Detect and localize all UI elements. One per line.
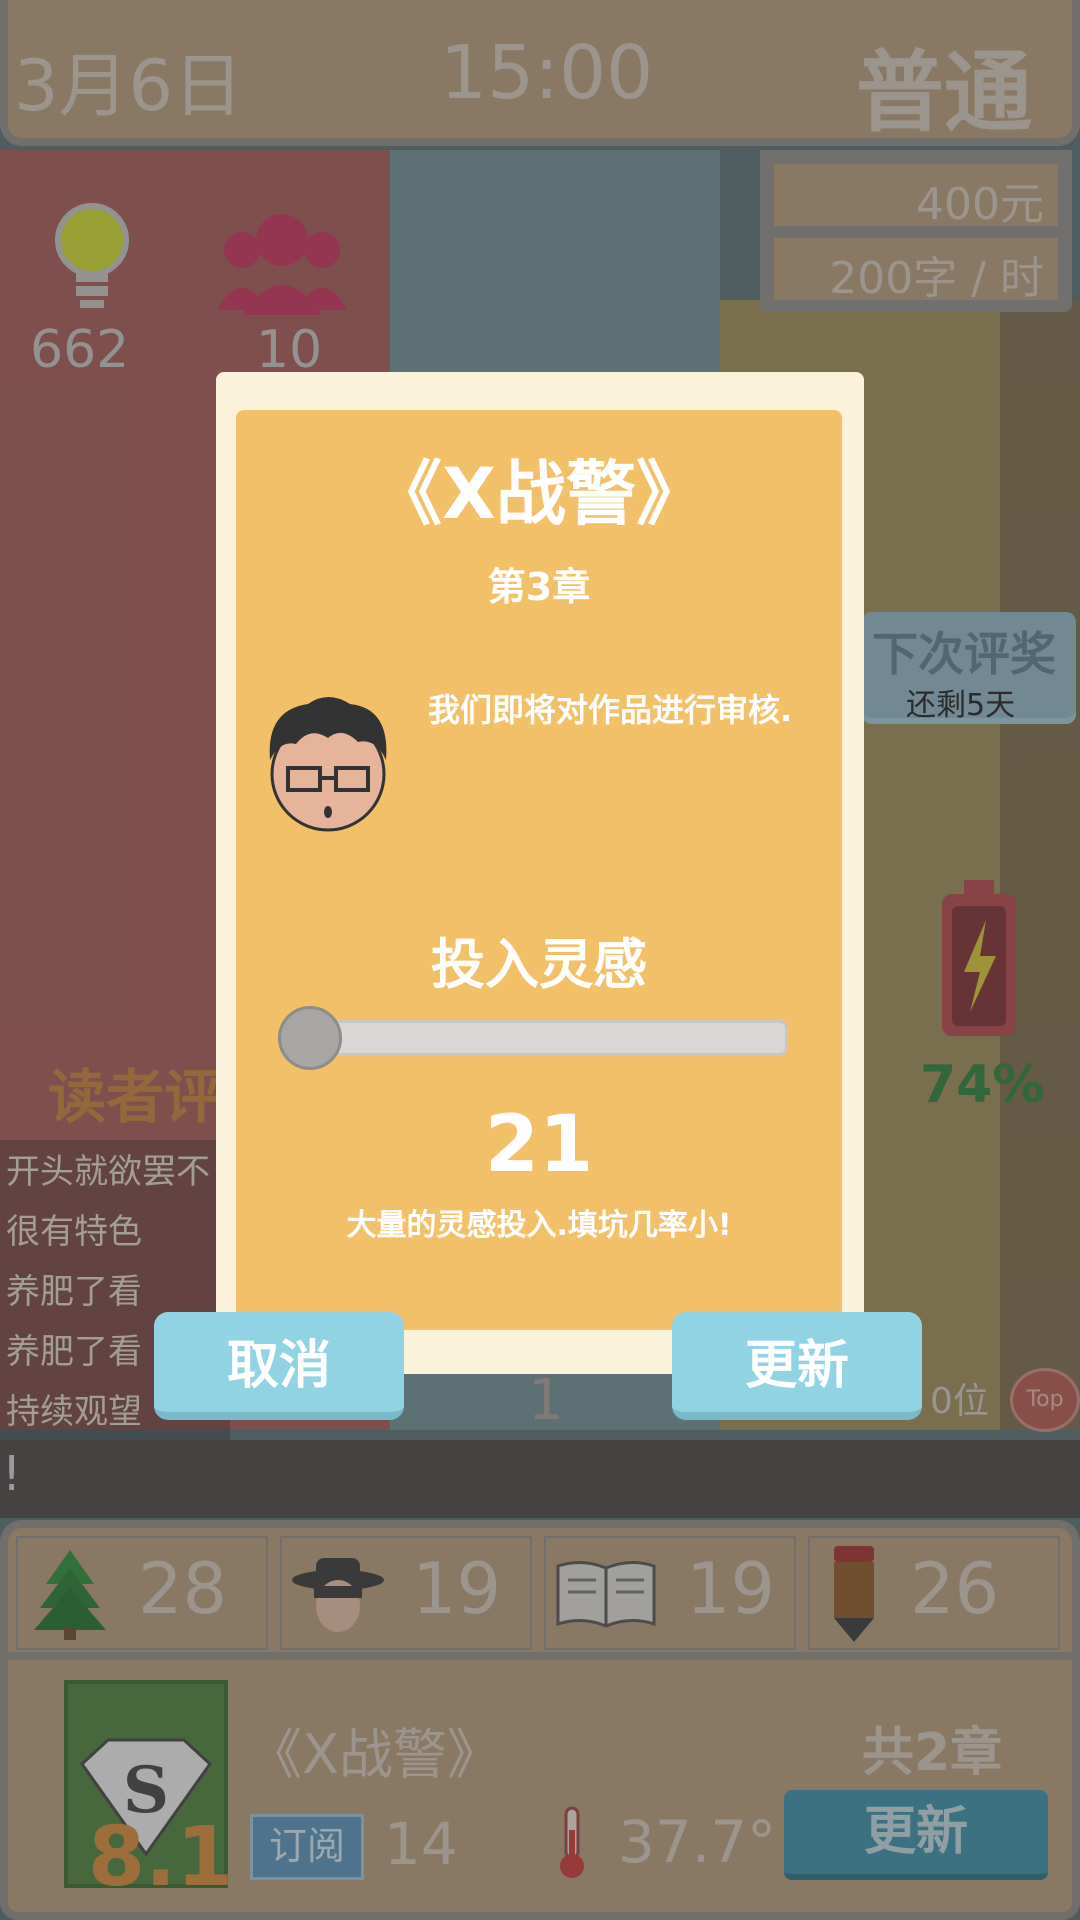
cancel-button[interactable]: 取消 [154,1312,404,1420]
slider-value: 21 [484,1100,594,1190]
modal-chapter: 第3章 [487,565,591,609]
update-button[interactable]: 更新 [672,1312,922,1420]
modal-message: 我们即将对作品进行审核. [428,691,793,729]
inspiration-slider[interactable] [282,1020,788,1056]
editor-avatar-icon [258,690,398,842]
slider-hint: 大量的灵感投入.填坑几率小! [346,1208,732,1243]
modal-body [236,410,842,1330]
modal-title: 《X战警》 [372,453,706,535]
invest-label: 投入灵感 [431,933,647,996]
slider-knob[interactable] [278,1006,342,1070]
